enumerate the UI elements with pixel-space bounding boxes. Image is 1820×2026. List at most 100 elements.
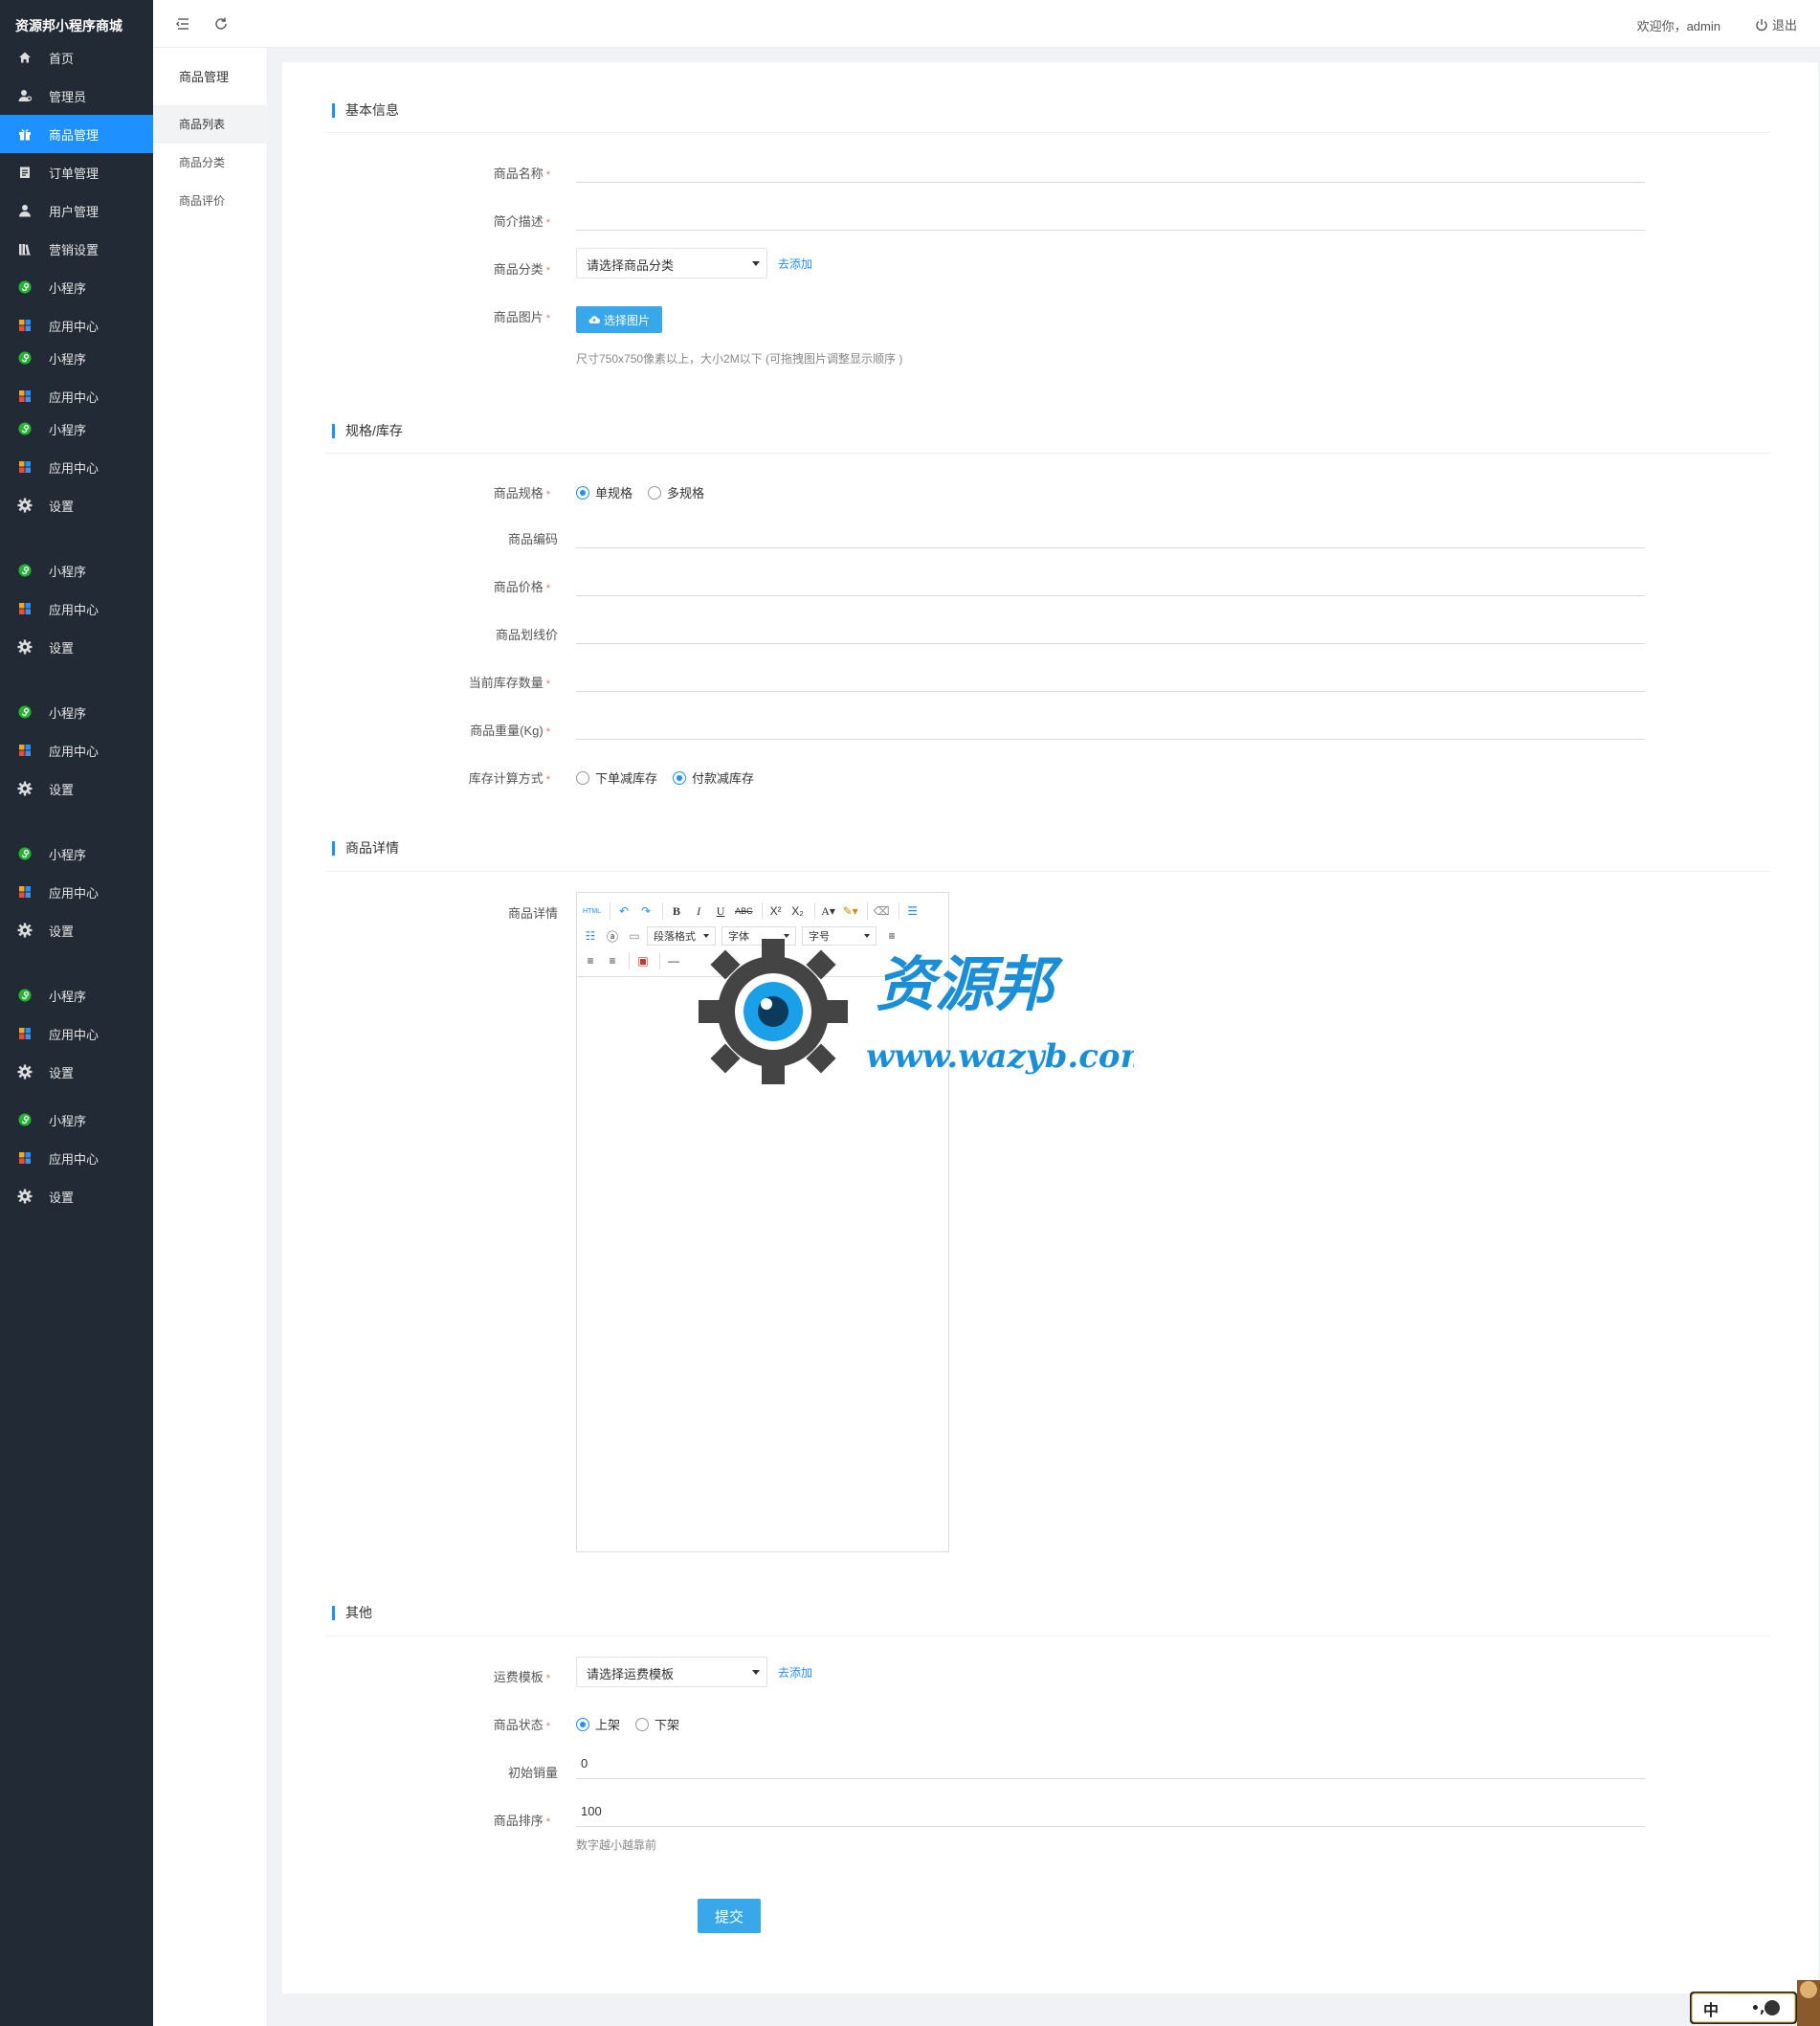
choose-image-label: 选择图片 (603, 313, 650, 327)
horizontal-rule-icon[interactable]: — (664, 951, 683, 970)
logout-button[interactable]: 退出 (1755, 15, 1797, 33)
divider (325, 871, 1770, 872)
apps-icon (16, 742, 33, 759)
sidebar-item[interactable]: 管理员 (0, 77, 153, 115)
choose-image-button[interactable]: 选择图片 (576, 306, 662, 333)
line-price-input[interactable] (576, 613, 1645, 644)
italic-icon[interactable]: I (689, 902, 708, 921)
initial-sales-input[interactable]: 0 (576, 1748, 1645, 1779)
sidebar-item[interactable]: 小程序 (0, 339, 153, 377)
sidebar-item-label: 应用中心 (49, 1027, 100, 1042)
status-on-radio[interactable]: 上架 (576, 1715, 620, 1733)
eraser-icon[interactable]: ⌫ (872, 902, 892, 921)
spec-single-radio[interactable]: 单规格 (576, 483, 633, 501)
sidebar-item[interactable]: 首页 (0, 38, 153, 77)
goods-desc-label: 简介描述 * (493, 214, 550, 229)
document-icon[interactable]: ▭ (625, 926, 644, 946)
sidebar-item[interactable]: 小程序 (0, 1101, 153, 1139)
underline-icon[interactable]: U (711, 902, 730, 921)
gear-icon (16, 638, 33, 656)
welcome-text: 欢迎你，admin (1636, 19, 1720, 33)
submit-button[interactable]: 提交 (698, 1899, 761, 1933)
sidebar-item[interactable]: 应用中心 (0, 1014, 153, 1053)
sidebar-item[interactable]: 设置 (0, 628, 153, 666)
goods-code-input[interactable] (576, 518, 1645, 548)
superscript-icon[interactable]: X² (766, 902, 786, 921)
sidebar-item[interactable]: 设置 (0, 769, 153, 808)
align-center-icon[interactable]: ≡ (581, 951, 600, 970)
sidebar-item-label: 应用中心 (49, 319, 100, 334)
sidebar-item[interactable]: 小程序 (0, 976, 153, 1014)
sidebar-item[interactable]: 应用中心 (0, 1139, 153, 1177)
status-off-radio[interactable]: 下架 (635, 1715, 679, 1733)
sidebar-item[interactable]: 设置 (0, 486, 153, 524)
sidebar-item[interactable]: 应用中心 (0, 731, 153, 769)
highlight-color-icon[interactable]: ✎▾ (841, 902, 860, 921)
refresh-icon[interactable] (212, 15, 230, 33)
goods-name-input[interactable] (576, 152, 1645, 183)
sidebar-item-label: 用户管理 (49, 204, 100, 219)
gear-icon (16, 1188, 33, 1205)
sidebar-item[interactable]: 小程序 (0, 835, 153, 873)
sidebar-item[interactable]: 用户管理 (0, 191, 153, 230)
subscript-icon[interactable]: X₂ (788, 902, 808, 921)
weight-input[interactable] (576, 709, 1645, 740)
stock-calc-label: 库存计算方式 * (468, 771, 550, 786)
stock-order-radio[interactable]: 下单减库存 (576, 768, 657, 787)
menu-collapse-icon[interactable] (174, 15, 191, 33)
section-spec-title: 规格/库存 (332, 424, 403, 438)
add-shipping-link[interactable]: 去添加 (778, 1664, 812, 1681)
undo-icon[interactable]: ↶ (614, 902, 633, 921)
sidebar-item[interactable]: 小程序 (0, 268, 153, 306)
align-right-icon[interactable]: ≡ (603, 951, 622, 970)
sort-input[interactable]: 100 (576, 1796, 1645, 1827)
ime-indicator[interactable]: •, 中 (1684, 1976, 1820, 2026)
sidebar-item[interactable]: 小程序 (0, 551, 153, 590)
sidebar-item[interactable]: 应用中心 (0, 873, 153, 911)
stock-pay-radio[interactable]: 付款减库存 (673, 768, 754, 787)
sidebar-item[interactable]: 订单管理 (0, 153, 153, 191)
html-source-button[interactable]: HTML (581, 902, 603, 921)
shipping-label: 运费模板 * (493, 1670, 550, 1684)
subnav-item-goods-category[interactable]: 商品分类 (153, 144, 268, 182)
sidebar-item-label: 营销设置 (49, 242, 100, 257)
sidebar-item[interactable]: 营销设置 (0, 230, 153, 268)
order-icon (16, 164, 33, 181)
sidebar-item[interactable]: 设置 (0, 1177, 153, 1215)
spec-multi-radio[interactable]: 多规格 (648, 483, 704, 501)
section-other-title: 其他 (332, 1606, 372, 1620)
subnav-item-goods-list[interactable]: 商品列表 (153, 105, 268, 144)
image-insert-icon[interactable]: ▣ (633, 951, 653, 970)
ordered-list-icon[interactable]: ☰ (903, 902, 922, 921)
font-color-icon[interactable]: A▾ (819, 902, 838, 921)
add-category-link[interactable]: 去添加 (778, 256, 812, 272)
sidebar-item[interactable]: 商品管理 (0, 115, 153, 153)
sidebar-item[interactable]: 设置 (0, 1053, 153, 1091)
detail-label: 商品详情 (507, 906, 558, 921)
category-select-value: 请选择商品分类 (587, 258, 675, 273)
sidebar-item[interactable]: 应用中心 (0, 590, 153, 628)
divider (325, 453, 1770, 454)
sidebar-item[interactable]: 应用中心 (0, 448, 153, 486)
sidebar-item[interactable]: 小程序 (0, 410, 153, 448)
sidebar-item[interactable]: 设置 (0, 911, 153, 949)
link-icon[interactable]: ⓐ (603, 926, 622, 946)
sidebar-item-label: 小程序 (49, 564, 87, 579)
subnav-item-goods-comment[interactable]: 商品评价 (153, 182, 268, 220)
sidebar-item-label: 设置 (49, 1065, 75, 1080)
stock-input[interactable] (576, 661, 1645, 692)
watermark-url: www.wazyb.com (866, 1037, 1134, 1076)
miniapp-icon (16, 845, 33, 862)
shipping-template-select[interactable]: 请选择运费模板 (576, 1657, 767, 1687)
strikethrough-icon[interactable]: ABC (733, 902, 755, 921)
marketing-icon (16, 240, 33, 257)
unordered-list-icon[interactable]: ☷ (581, 926, 600, 946)
weight-label: 商品重量(Kg) * (470, 724, 550, 738)
redo-icon[interactable]: ↷ (636, 902, 655, 921)
sidebar-item[interactable]: 小程序 (0, 693, 153, 731)
goods-desc-input[interactable] (576, 200, 1645, 231)
sidebar-item-label: 设置 (49, 1190, 75, 1205)
price-input[interactable] (576, 566, 1645, 596)
category-select[interactable]: 请选择商品分类 (576, 248, 767, 278)
bold-icon[interactable]: B (667, 902, 686, 921)
